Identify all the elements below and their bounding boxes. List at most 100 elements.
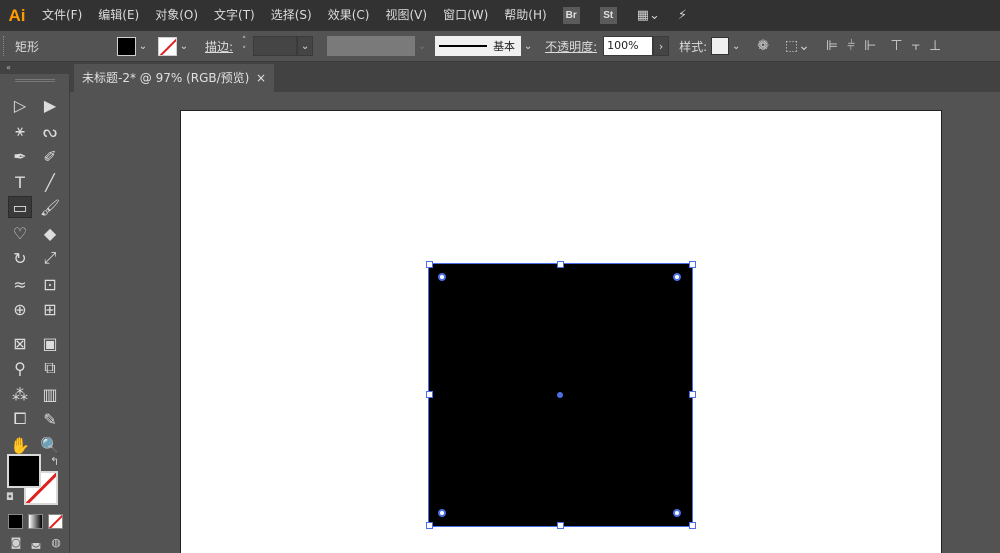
document-tab-title: 未标题-2* @ 97% (RGB/预览)	[82, 71, 250, 85]
default-fill-stroke-icon[interactable]: ◘	[6, 492, 14, 503]
stroke-weight-dropdown-chevron-icon[interactable]: ⌄	[297, 36, 314, 56]
draw-normal-icon[interactable]: ◙	[8, 536, 24, 550]
curvature-tool-icon[interactable]: ✐	[38, 145, 62, 167]
direct-selection-tool-icon[interactable]: ▶	[38, 94, 62, 116]
gradient-tool-icon[interactable]: ▣	[38, 332, 62, 354]
rotate-tool-icon[interactable]: ↻	[8, 247, 32, 269]
menu-edit[interactable]: 编辑(E)	[90, 0, 147, 31]
scale-tool-icon[interactable]: ⤢	[38, 247, 62, 269]
draw-behind-icon[interactable]: ◛	[28, 536, 44, 550]
slice-tool-icon[interactable]: ✎	[38, 408, 62, 430]
menu-view[interactable]: 视图(V)	[377, 0, 435, 31]
paintbrush-tool-icon[interactable]: 🖌	[38, 196, 62, 218]
corner-radius-widget-top-left[interactable]	[438, 273, 446, 281]
stock-button[interactable]: St	[599, 7, 617, 24]
handle-bottom-right[interactable]	[689, 522, 696, 529]
shape-properties-icon[interactable]: ⬚⌄	[785, 38, 810, 54]
align-left-icon[interactable]: ⊫	[826, 38, 838, 54]
align-horizontal-center-icon[interactable]: ⫩	[847, 38, 855, 54]
rectangle-tool-icon[interactable]: ▭	[8, 196, 32, 218]
fill-color-box[interactable]	[7, 454, 41, 488]
menu-help[interactable]: 帮助(H)	[496, 0, 554, 31]
opacity-arrow-icon[interactable]: ›	[653, 36, 670, 56]
document-tab[interactable]: 未标题-2* @ 97% (RGB/预览) ×	[74, 64, 274, 92]
zoom-tool-icon[interactable]: 🔍	[38, 434, 62, 456]
workspace-layout-icon[interactable]: ▦⌄	[637, 8, 660, 23]
menu-select[interactable]: 选择(S)	[263, 0, 320, 31]
eraser-tool-icon[interactable]: ◆	[38, 222, 62, 244]
graphic-style-swatch[interactable]	[711, 37, 730, 55]
control-bar: 矩形 ⌄ ⌄ 描边: ˄ ˅ ⌄ ⌄ 基本 ⌄ 不透明度: 100% › 样式: …	[0, 31, 1000, 62]
app-logo: Ai	[8, 5, 26, 25]
symbol-sprayer-tool-icon[interactable]: ⁂	[8, 383, 32, 405]
handle-top-right[interactable]	[689, 261, 696, 268]
stroke-weight-input[interactable]	[253, 36, 298, 56]
gpu-performance-icon[interactable]: ⚡	[678, 8, 687, 23]
draw-inside-icon[interactable]: ◍	[48, 536, 64, 550]
stroke-weight-label[interactable]: 描边:	[205, 38, 233, 55]
stroke-dropdown-chevron-icon[interactable]: ⌄	[177, 37, 191, 56]
bridge-button[interactable]: Br	[562, 7, 580, 24]
brush-definition[interactable]: 基本	[435, 36, 522, 56]
corner-radius-widget-bottom-left[interactable]	[438, 509, 446, 517]
gradient-mode-button[interactable]	[28, 514, 43, 529]
corner-radius-widget-top-right[interactable]	[673, 273, 681, 281]
close-tab-icon[interactable]: ×	[256, 64, 266, 92]
align-vertical-center-icon[interactable]: ⫟	[912, 38, 920, 54]
menu-file[interactable]: 文件(F)	[34, 0, 90, 31]
menu-object[interactable]: 对象(O)	[147, 0, 206, 31]
fill-dropdown-chevron-icon[interactable]: ⌄	[136, 37, 150, 56]
artboard-tool-icon[interactable]: ⧠	[8, 408, 32, 430]
handle-top-center[interactable]	[557, 261, 564, 268]
align-right-icon[interactable]: ⊩	[864, 38, 876, 54]
shape-builder-tool-icon[interactable]: ⊕	[8, 298, 32, 320]
recolor-artwork-icon[interactable]: ❁	[757, 38, 769, 54]
opacity-label[interactable]: 不透明度:	[545, 38, 597, 55]
hand-tool-icon[interactable]: ✋	[8, 434, 32, 456]
shape-center-point[interactable]	[557, 392, 563, 398]
width-tool-icon[interactable]: ≈	[8, 273, 32, 295]
selection-tool-icon[interactable]: ▷	[8, 94, 32, 116]
variable-width-dropdown-chevron-icon[interactable]: ⌄	[415, 36, 429, 56]
graphic-style-label: 样式:	[679, 39, 708, 54]
corner-radius-widget-bottom-right[interactable]	[673, 509, 681, 517]
swap-fill-stroke-icon[interactable]: ↰	[50, 455, 59, 468]
style-dropdown-chevron-icon[interactable]: ⌄	[729, 37, 743, 56]
menu-type[interactable]: 文字(T)	[206, 0, 263, 31]
line-segment-tool-icon[interactable]: ╱	[38, 171, 62, 193]
align-top-icon[interactable]: ⊤	[890, 38, 902, 54]
blend-tool-icon[interactable]: ⧉	[38, 357, 62, 379]
magic-wand-tool-icon[interactable]: ⚹	[8, 120, 32, 142]
column-graph-tool-icon[interactable]: ▥	[38, 383, 62, 405]
stroke-weight-spinner-icon[interactable]: ˄ ˅	[237, 36, 251, 56]
tools-panel-handle[interactable]	[14, 79, 55, 82]
none-mode-button[interactable]	[48, 514, 63, 529]
align-bottom-icon[interactable]: ⊥	[929, 38, 941, 54]
opacity-input[interactable]: 100%	[603, 36, 654, 56]
perspective-grid-tool-icon[interactable]: ⊞	[38, 298, 62, 320]
eyedropper-tool-icon[interactable]: ⚲	[8, 357, 32, 379]
stroke-color-swatch[interactable]	[158, 36, 177, 56]
handle-middle-left[interactable]	[426, 391, 433, 398]
variable-width-profile[interactable]	[327, 36, 416, 56]
mesh-tool-icon[interactable]: ⊠	[8, 332, 32, 354]
menu-effect[interactable]: 效果(C)	[320, 0, 378, 31]
brush-dropdown-chevron-icon[interactable]: ⌄	[521, 37, 535, 56]
pen-tool-icon[interactable]: ✒	[8, 145, 32, 167]
collapse-panel-icon[interactable]: «	[0, 62, 70, 74]
handle-bottom-center[interactable]	[557, 522, 564, 529]
brush-name: 基本	[493, 40, 516, 53]
lasso-tool-icon[interactable]: ᔓ	[38, 120, 62, 142]
shaper-tool-icon[interactable]: ♡	[8, 222, 32, 244]
menu-bar: Ai 文件(F) 编辑(E) 对象(O) 文字(T) 选择(S) 效果(C) 视…	[0, 0, 1000, 31]
color-mode-button[interactable]	[8, 514, 23, 529]
current-tool-name: 矩形	[15, 39, 40, 54]
tools-panel: ▷ ▶ ⚹ ᔓ ✒ ✐ T ╱ ▭ 🖌 ♡ ◆ ↻ ⤢ ≈ ⊡ ⊕ ⊞ ⊠ ▣ ⚲ ⧉ ⁂ ▥ ⧠ ✎ ✋ 🔍 ↰ ◘ ◙ ◛ ◍	[0, 74, 70, 553]
fill-color-swatch[interactable]	[117, 36, 136, 56]
menu-window[interactable]: 窗口(W)	[435, 0, 496, 31]
free-transform-tool-icon[interactable]: ⊡	[38, 273, 62, 295]
type-tool-icon[interactable]: T	[8, 171, 32, 193]
handle-bottom-left[interactable]	[426, 522, 433, 529]
handle-middle-right[interactable]	[689, 391, 696, 398]
handle-top-left[interactable]	[426, 261, 433, 268]
